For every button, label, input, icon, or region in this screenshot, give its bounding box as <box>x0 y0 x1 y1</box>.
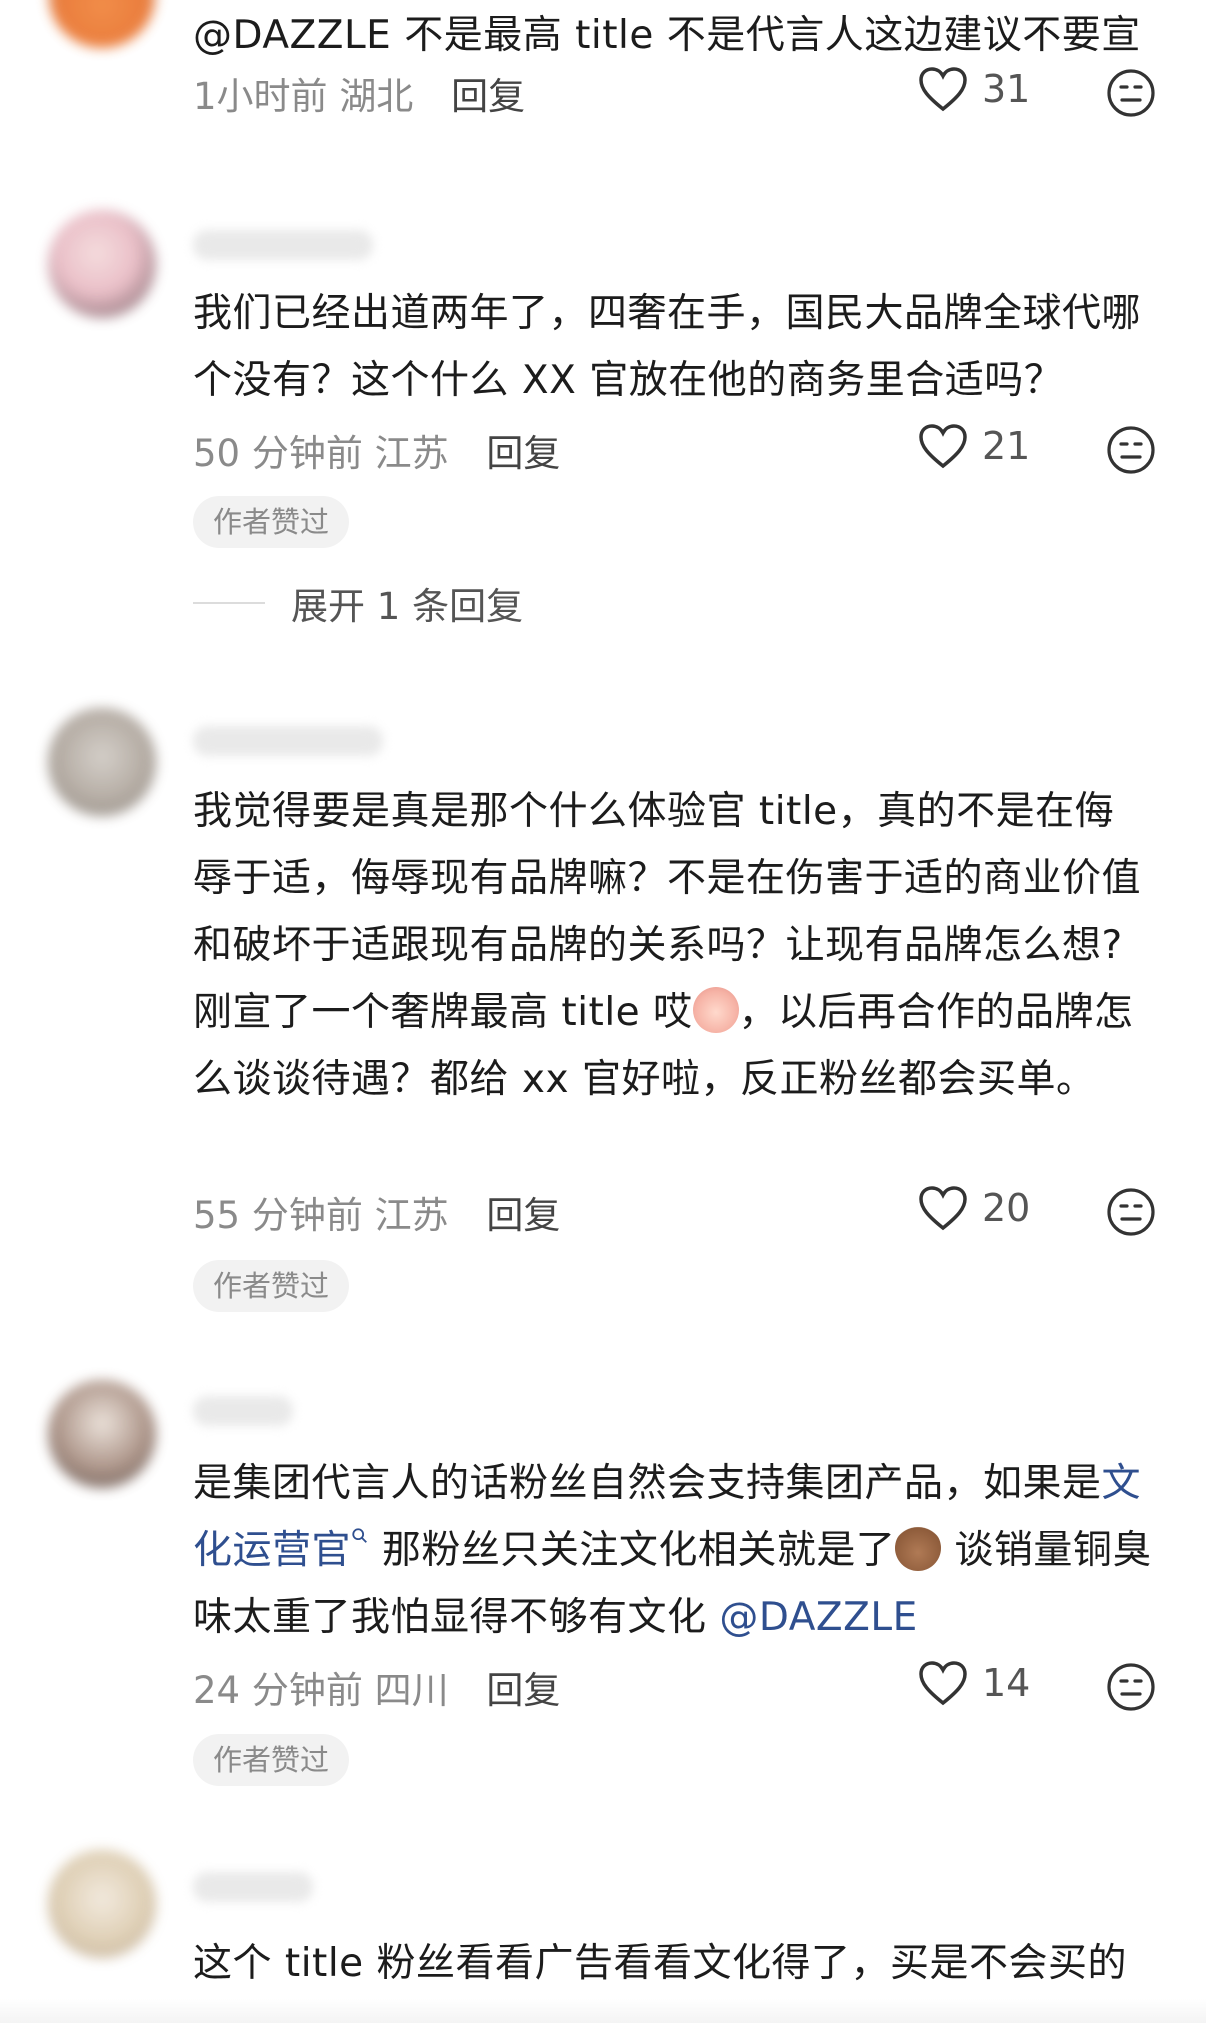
comment-time: 1小时前 <box>193 75 328 118</box>
comment-location: 江苏 <box>374 432 449 475</box>
comment-location: 江苏 <box>374 1194 449 1237</box>
reply-button[interactable]: 回复 <box>486 432 560 475</box>
bottom-fade <box>0 1999 1206 2023</box>
like-count: 31 <box>982 67 1031 111</box>
meh-face-icon[interactable] <box>1106 1662 1156 1712</box>
comment-meta: 50 分钟前 江苏 回复 <box>193 423 560 477</box>
expand-replies-label: 展开 1 条回复 <box>291 585 524 628</box>
heart-outline-icon <box>919 1186 967 1231</box>
avatar[interactable] <box>48 210 156 318</box>
mention-link[interactable]: @DAZZLE <box>719 1595 917 1640</box>
heart-outline-icon <box>919 1661 967 1706</box>
baby-face-emoji <box>692 987 739 1033</box>
heart-outline-icon <box>919 424 967 469</box>
comment-text: 这个 title 粉丝看看广告看看文化得了，买是不会买的 <box>193 1941 1128 1986</box>
comment-text: 我觉得要是真是那个什么体验官 title，真的不是在侮辱于适，侮辱现有品牌嘛？不… <box>193 778 1153 1113</box>
avatar[interactable] <box>48 1850 156 1958</box>
avatar[interactable] <box>48 1380 156 1488</box>
comment-text-part: 是集团代言人的话粉丝自然会支持集团产品，如果是 <box>193 1461 1102 1506</box>
like-count: 20 <box>982 1186 1031 1230</box>
author-liked-badge: 作者赞过 <box>193 1260 350 1312</box>
avatar[interactable] <box>48 0 156 48</box>
comment-location: 四川 <box>374 1669 449 1712</box>
divider <box>193 602 265 604</box>
crossed-fingers-emoji <box>895 1525 942 1571</box>
comment-meta: 55 分钟前 江苏 回复 <box>193 1185 560 1239</box>
meh-face-icon[interactable] <box>1106 425 1156 475</box>
author-liked-badge: 作者赞过 <box>193 496 350 548</box>
comment-text: 我们已经出道两年了，四奢在手，国民大品牌全球代哪个没有？这个什么 XX 官放在他… <box>193 291 1142 403</box>
username-blurred[interactable] <box>193 1396 293 1426</box>
reply-button[interactable]: 回复 <box>486 1669 560 1712</box>
username-blurred[interactable] <box>193 1872 313 1902</box>
comment-time: 55 分钟前 <box>193 1194 363 1237</box>
comment-location: 湖北 <box>339 75 414 118</box>
username-blurred[interactable] <box>193 230 373 260</box>
comment-meta: 24 分钟前 四川 回复 <box>193 1660 560 1714</box>
comment-text: 是集团代言人的话粉丝自然会支持集团产品，如果是文化运营官 那粉丝只关注文化相关就… <box>193 1450 1153 1651</box>
like-button[interactable]: 21 <box>918 423 1030 469</box>
meh-face-icon[interactable] <box>1106 68 1156 118</box>
heart-outline-icon <box>919 67 967 112</box>
comment-meta: 1小时前 湖北 回复 <box>193 66 525 120</box>
comment-text-part: 那粉丝只关注文化相关就是了 <box>369 1528 896 1573</box>
comment-time: 24 分钟前 <box>193 1669 363 1712</box>
like-count: 21 <box>982 424 1031 468</box>
meh-face-icon[interactable] <box>1106 1187 1156 1237</box>
like-button[interactable]: 31 <box>918 66 1030 112</box>
avatar[interactable] <box>48 708 156 816</box>
comment-text: @DAZZLE 不是最高 title 不是代言人这边建议不要宣 <box>193 13 1141 58</box>
comment-time: 50 分钟前 <box>193 432 363 475</box>
reply-button[interactable]: 回复 <box>486 1194 560 1237</box>
search-icon <box>352 1528 367 1543</box>
username-blurred[interactable] <box>193 726 383 756</box>
expand-replies-button[interactable]: 展开 1 条回复 <box>193 576 523 630</box>
author-liked-badge: 作者赞过 <box>193 1734 350 1786</box>
like-button[interactable]: 20 <box>918 1185 1030 1231</box>
like-button[interactable]: 14 <box>918 1660 1030 1706</box>
like-count: 14 <box>982 1661 1031 1705</box>
reply-button[interactable]: 回复 <box>451 75 525 118</box>
